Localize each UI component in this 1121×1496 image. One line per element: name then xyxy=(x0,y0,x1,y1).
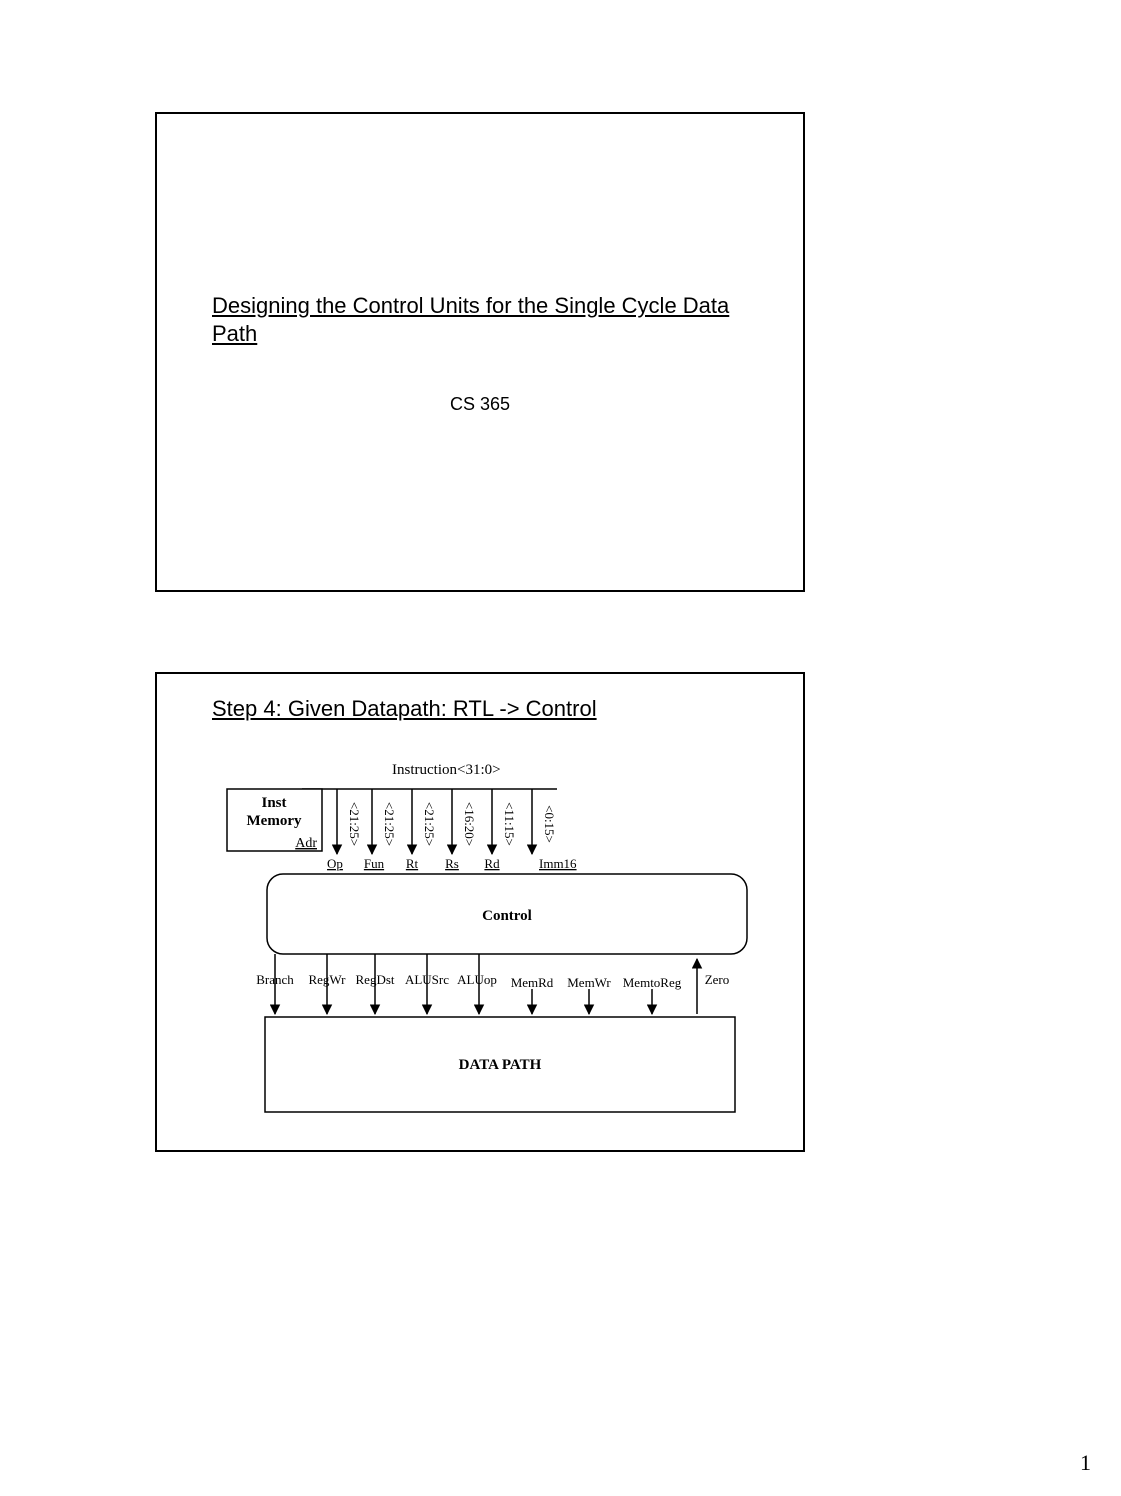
field-name-0: Op xyxy=(327,856,343,871)
diagram-wrapper: Instruction<31:0> Inst Memory Adr <2 xyxy=(157,734,807,1154)
slide-2: Step 4: Given Datapath: RTL -> Control I… xyxy=(155,672,805,1152)
inst-memory-line1: Inst xyxy=(261,795,286,811)
field-bits-0: <21:25> xyxy=(347,802,362,846)
field-name-4: Rd xyxy=(484,856,500,871)
sig-4: ALUop xyxy=(457,972,497,987)
field-name-3: Rs xyxy=(445,856,459,871)
datapath-label: DATA PATH xyxy=(459,1057,542,1073)
sig-5: MemRd xyxy=(511,975,554,990)
page: Designing the Control Units for the Sing… xyxy=(0,0,1121,1496)
slide-1-subtitle: CS 365 xyxy=(157,394,803,415)
field-bits-2: <21:25> xyxy=(422,802,437,846)
control-label: Control xyxy=(482,908,532,924)
sig-7: MemtoReg xyxy=(623,975,682,990)
field-name-1: Fun xyxy=(364,856,385,871)
field-name-5: Imm16 xyxy=(539,856,577,871)
field-name-2: Rt xyxy=(406,856,419,871)
field-bits-5: <0:15> xyxy=(542,805,557,843)
field-bits-1: <21:25> xyxy=(382,802,397,846)
slide-2-title: Step 4: Given Datapath: RTL -> Control xyxy=(212,696,597,722)
inst-memory-port: Adr xyxy=(295,836,317,851)
inst-memory-line2: Memory xyxy=(247,813,302,829)
sig-6: MemWr xyxy=(567,975,611,990)
datapath-diagram: Instruction<31:0> Inst Memory Adr <2 xyxy=(157,734,807,1154)
slide-1-title: Designing the Control Units for the Sing… xyxy=(212,292,752,347)
field-bits-4: <11:15> xyxy=(502,802,517,846)
slide-1: Designing the Control Units for the Sing… xyxy=(155,112,805,592)
field-lines: <21:25> Op <21:25> Fun <21:25> Rt xyxy=(327,789,577,871)
instruction-label: Instruction<31:0> xyxy=(392,762,501,778)
page-number: 1 xyxy=(1080,1450,1091,1476)
field-bits-3: <16:20> xyxy=(462,802,477,846)
zero-label: Zero xyxy=(705,972,730,987)
